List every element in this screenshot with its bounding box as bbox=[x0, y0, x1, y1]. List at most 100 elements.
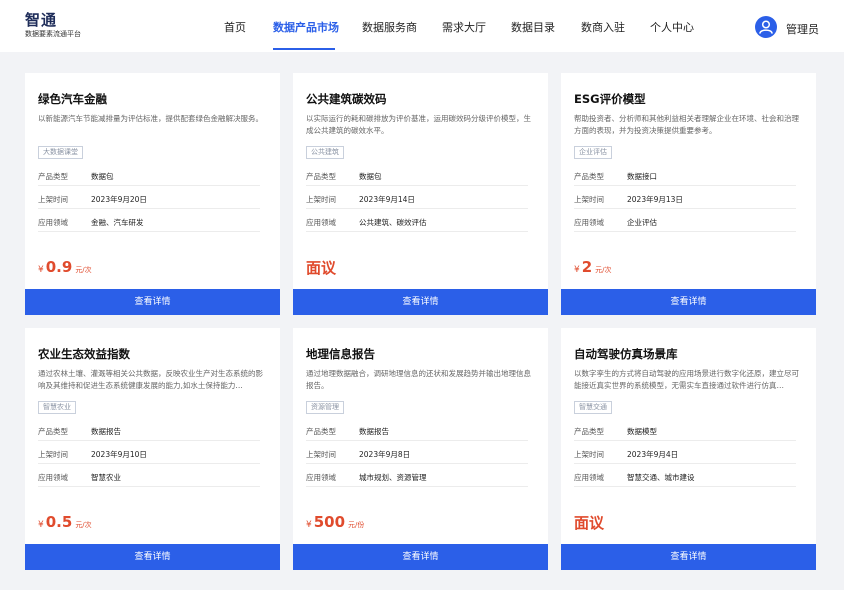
price-amount: 0.9 bbox=[45, 258, 73, 276]
info-label: 产品类型 bbox=[306, 427, 336, 436]
product-card[interactable]: 公共建筑碳效码 以实际运行的耗和碳排放为评价基准，运用碳效码分级评价模型，生成公… bbox=[293, 73, 548, 315]
product-card[interactable]: 自动驾驶仿真场景库 以数字孪生的方式将自动驾驶的应用场景进行数字化还原，建立尽可… bbox=[561, 328, 816, 570]
info-row-type: 产品类型 数据模型 bbox=[574, 423, 796, 441]
brand-subtitle: 数据要素流通平台 bbox=[25, 30, 81, 38]
info-row-type: 产品类型 数据接口 bbox=[574, 168, 796, 186]
info-value: 2023年9月14日 bbox=[359, 195, 415, 204]
product-card[interactable]: 地理信息报告 通过地理数据融合，调研地理信息的还状和发展趋势并输出地理信息报告。… bbox=[293, 328, 548, 570]
product-card[interactable]: 绿色汽车金融 以新能源汽车节能减排量为评估标准，提供配套绿色金融解决服务。 大数… bbox=[25, 73, 280, 315]
view-details-button[interactable]: 查看详情 bbox=[25, 544, 280, 570]
price-negotiable: 面议 bbox=[574, 514, 605, 532]
top-header: 智通 数据要素流通平台 首页 数据产品市场 数据服务商 需求大厅 数据目录 数商… bbox=[0, 0, 844, 52]
card-description: 通过地理数据融合，调研地理信息的还状和发展趋势并输出地理信息报告。 bbox=[306, 369, 531, 390]
info-row-type: 产品类型 数据包 bbox=[306, 168, 528, 186]
info-label: 产品类型 bbox=[306, 172, 336, 181]
info-value: 2023年9月10日 bbox=[91, 450, 147, 459]
card-tag: 企业评估 bbox=[574, 146, 612, 159]
info-label: 应用领域 bbox=[306, 218, 336, 227]
info-label: 应用领域 bbox=[574, 218, 604, 227]
card-price: 面议 bbox=[306, 257, 336, 278]
card-description: 通过农林土壤、灌溉等相关公共数据，反映农业生产对生态系统的影响及其维持和促进生态… bbox=[38, 369, 263, 390]
view-details-button[interactable]: 查看详情 bbox=[561, 289, 816, 315]
nav-item-data-catalog[interactable]: 数据目录 bbox=[511, 19, 555, 35]
info-value: 数据模型 bbox=[627, 427, 657, 436]
view-details-button[interactable]: 查看详情 bbox=[293, 544, 548, 570]
card-description: 以新能源汽车节能减排量为评估标准，提供配套绿色金融解决服务。 bbox=[38, 114, 263, 123]
info-label: 上架时间 bbox=[306, 195, 336, 204]
card-title[interactable]: ESG评价模型 bbox=[574, 91, 646, 107]
product-card[interactable]: 农业生态效益指数 通过农林土壤、灌溉等相关公共数据，反映农业生产对生态系统的影响… bbox=[25, 328, 280, 570]
price-currency: ¥ bbox=[38, 520, 44, 530]
card-price: ¥0.5 元/次 bbox=[38, 512, 92, 531]
info-label: 上架时间 bbox=[574, 450, 604, 459]
info-label: 产品类型 bbox=[38, 427, 68, 436]
info-label: 产品类型 bbox=[574, 427, 604, 436]
view-details-button[interactable]: 查看详情 bbox=[25, 289, 280, 315]
price-amount: 500 bbox=[313, 513, 346, 531]
card-tag: 公共建筑 bbox=[306, 146, 344, 159]
nav-item-demand-hall[interactable]: 需求大厅 bbox=[442, 19, 486, 35]
info-label: 应用领域 bbox=[574, 473, 604, 482]
nav-item-personal-center[interactable]: 个人中心 bbox=[650, 19, 694, 35]
card-price: ¥0.9 元/次 bbox=[38, 257, 92, 276]
card-price: 面议 bbox=[574, 512, 604, 533]
product-card[interactable]: ESG评价模型 帮助投资者、分析师和其他利益相关者理解企业在环境、社会和治理方面… bbox=[561, 73, 816, 315]
info-row-field: 应用领域 公共建筑、碳效评估 bbox=[306, 214, 528, 232]
info-value: 2023年9月20日 bbox=[91, 195, 147, 204]
price-currency: ¥ bbox=[574, 265, 580, 275]
card-title[interactable]: 绿色汽车金融 bbox=[38, 91, 107, 107]
user-avatar-icon[interactable] bbox=[755, 16, 777, 38]
info-value: 企业评估 bbox=[627, 218, 657, 227]
info-value: 数据报告 bbox=[359, 427, 389, 436]
price-negotiable: 面议 bbox=[306, 259, 337, 277]
info-row-date: 上架时间 2023年9月14日 bbox=[306, 191, 528, 209]
info-value: 2023年9月13日 bbox=[627, 195, 683, 204]
info-row-date: 上架时间 2023年9月20日 bbox=[38, 191, 260, 209]
info-value: 数据包 bbox=[359, 172, 382, 181]
card-title[interactable]: 自动驾驶仿真场景库 bbox=[574, 346, 678, 362]
price-unit: 元/次 bbox=[595, 266, 612, 274]
card-tag: 资源管理 bbox=[306, 401, 344, 414]
card-description: 以实际运行的耗和碳排放为评价基准，运用碳效码分级评价模型，生成公共建筑的碳效水平… bbox=[306, 114, 531, 135]
info-label: 应用领域 bbox=[38, 218, 68, 227]
nav-item-merchant-onboarding[interactable]: 数商入驻 bbox=[581, 19, 625, 35]
nav-item-data-product-market[interactable]: 数据产品市场 bbox=[273, 19, 339, 35]
info-label: 上架时间 bbox=[306, 450, 336, 459]
price-unit: 元/份 bbox=[348, 521, 365, 529]
brand-title: 智通 bbox=[25, 11, 58, 29]
info-row-date: 上架时间 2023年9月4日 bbox=[574, 446, 796, 464]
price-unit: 元/次 bbox=[75, 521, 92, 529]
info-value: 数据包 bbox=[91, 172, 114, 181]
nav-item-home[interactable]: 首页 bbox=[224, 19, 246, 35]
nav-item-data-service-providers[interactable]: 数据服务商 bbox=[362, 19, 417, 35]
info-label: 应用领域 bbox=[38, 473, 68, 482]
info-label: 上架时间 bbox=[38, 195, 68, 204]
info-row-field: 应用领域 智慧农业 bbox=[38, 469, 260, 487]
info-row-type: 产品类型 数据报告 bbox=[306, 423, 528, 441]
price-unit: 元/次 bbox=[75, 266, 92, 274]
info-row-date: 上架时间 2023年9月10日 bbox=[38, 446, 260, 464]
info-row-date: 上架时间 2023年9月8日 bbox=[306, 446, 528, 464]
info-label: 上架时间 bbox=[38, 450, 68, 459]
user-name: 管理员 bbox=[786, 23, 819, 36]
card-title[interactable]: 农业生态效益指数 bbox=[38, 346, 130, 362]
card-title[interactable]: 地理信息报告 bbox=[306, 346, 375, 362]
price-amount: 0.5 bbox=[45, 513, 73, 531]
card-description: 帮助投资者、分析师和其他利益相关者理解企业在环境、社会和治理方面的表现，并为投资… bbox=[574, 114, 799, 135]
info-value: 数据报告 bbox=[91, 427, 121, 436]
nav-active-indicator bbox=[273, 48, 335, 50]
brand-logo[interactable]: 智通 数据要素流通平台 bbox=[25, 12, 81, 39]
info-value: 数据接口 bbox=[627, 172, 657, 181]
info-row-field: 应用领域 智慧交通、城市建设 bbox=[574, 469, 796, 487]
price-amount: 2 bbox=[581, 258, 593, 276]
price-currency: ¥ bbox=[306, 520, 312, 530]
card-tag: 智慧农业 bbox=[38, 401, 76, 414]
card-price: ¥2 元/次 bbox=[574, 257, 612, 276]
view-details-button[interactable]: 查看详情 bbox=[561, 544, 816, 570]
view-details-button[interactable]: 查看详情 bbox=[293, 289, 548, 315]
info-row-type: 产品类型 数据包 bbox=[38, 168, 260, 186]
info-label: 上架时间 bbox=[574, 195, 604, 204]
card-title[interactable]: 公共建筑碳效码 bbox=[306, 91, 387, 107]
info-row-date: 上架时间 2023年9月13日 bbox=[574, 191, 796, 209]
info-row-field: 应用领域 城市规划、资源管理 bbox=[306, 469, 528, 487]
